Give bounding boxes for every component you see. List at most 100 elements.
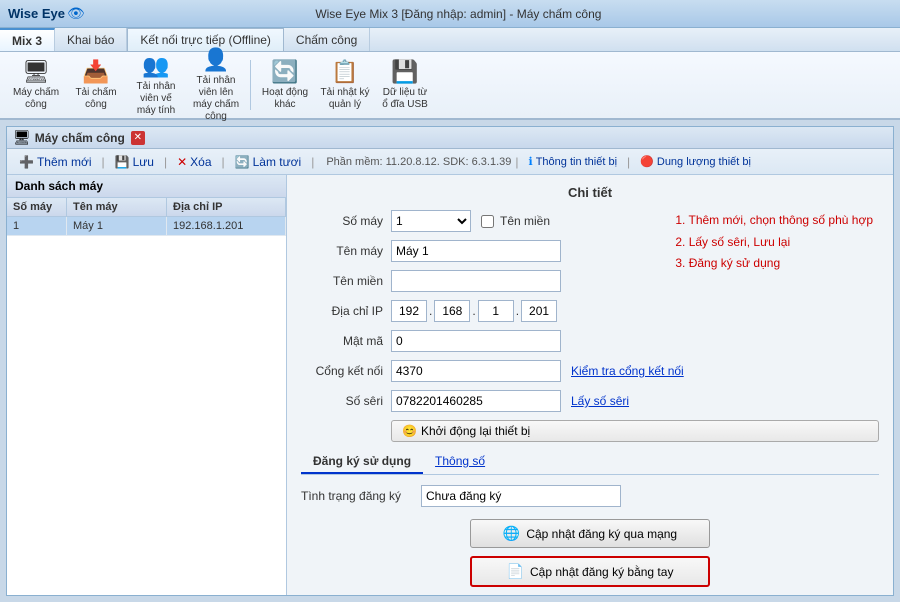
instruction-1: 1. Thêm mới, chọn thông số phù hợp bbox=[675, 210, 873, 232]
cong-ket-noi-input[interactable] bbox=[391, 360, 561, 382]
du-lieu-usb-icon: 💾 bbox=[391, 59, 418, 85]
status-label: Tình trạng đăng ký bbox=[301, 489, 421, 503]
dung-luong-icon: 🔴 bbox=[640, 155, 654, 168]
tai-cham-cong-icon: 📥 bbox=[82, 59, 109, 85]
ip-dot-2: . bbox=[472, 304, 475, 318]
panel-title: Danh sách máy bbox=[7, 175, 286, 198]
sep5: | bbox=[515, 155, 518, 169]
mat-ma-row: Mật mã bbox=[301, 330, 879, 352]
bang-tay-icon: 📄 bbox=[507, 563, 524, 580]
logo-text: Wise Eye 👁 bbox=[8, 5, 85, 22]
btn-may-cham-cong[interactable]: 🖥 Máy chấm công bbox=[8, 56, 64, 114]
lam-tuoi-button[interactable]: 🔄 Làm tươi bbox=[229, 153, 308, 171]
luu-button[interactable]: 💾 Lưu bbox=[109, 153, 160, 171]
registration-status-row: Tình trạng đăng ký bbox=[301, 485, 879, 507]
ten-may-input[interactable] bbox=[391, 240, 561, 262]
tab-dang-ky[interactable]: Đăng ký sử dụng bbox=[301, 450, 423, 474]
kiem-tra-ket-noi-link[interactable]: Kiểm tra cổng kết nối bbox=[571, 364, 684, 378]
so-seri-input[interactable] bbox=[391, 390, 561, 412]
instruction-3: 3. Đăng ký sử dụng bbox=[675, 253, 873, 275]
cap-nhat-qua-mang-button[interactable]: 🌐 Cập nhật đăng ký qua mạng bbox=[470, 519, 710, 548]
cong-ket-noi-label: Cổng kết nối bbox=[301, 364, 391, 378]
registration-buttons: 🌐 Cập nhật đăng ký qua mạng 📄 Cập nhật đ… bbox=[301, 519, 879, 595]
dia-chi-ip-row: Địa chỉ IP . . . bbox=[301, 300, 879, 322]
ten-may-label: Tên máy bbox=[301, 244, 391, 258]
menu-khai-bao[interactable]: Khai báo bbox=[55, 28, 127, 51]
right-panel: Chi tiết 1. Thêm mới, chọn thông số phù … bbox=[287, 175, 893, 595]
menu-bar: Mix 3 Khai báo Kết nối trực tiếp (Offlin… bbox=[0, 28, 900, 52]
them-moi-icon: ➕ bbox=[19, 155, 34, 169]
dia-chi-ip-label: Địa chỉ IP bbox=[301, 304, 391, 318]
so-seri-row: Số sêri Lấy số sêri bbox=[301, 390, 879, 412]
xoa-button[interactable]: ✕ Xóa bbox=[171, 153, 217, 171]
table-header: Số máy Tên máy Địa chỉ IP bbox=[7, 198, 286, 217]
btn-tai-nhan-vien[interactable]: 👥 Tải nhân viên vế máy tính bbox=[128, 56, 184, 114]
content-area: Danh sách máy Số máy Tên máy Địa chỉ IP … bbox=[7, 175, 893, 595]
tai-nv-len-may-icon: 👤 bbox=[202, 47, 229, 73]
toolbar-sep-1 bbox=[250, 60, 251, 110]
ip-part-2[interactable] bbox=[434, 300, 470, 322]
luu-icon: 💾 bbox=[115, 155, 130, 169]
cap-nhat-bang-tay-button[interactable]: 📄 Cập nhật đăng ký bằng tay bbox=[470, 556, 710, 587]
so-may-label: Số máy bbox=[301, 214, 391, 228]
inner-title-bar: 🖥 Máy chấm công ✕ bbox=[7, 127, 893, 149]
cell-ip: 192.168.1.201 bbox=[167, 217, 286, 235]
btn-tai-nv-len-may[interactable]: 👤 Tải nhân viên lên máy chấm công bbox=[188, 56, 244, 114]
instructions: 1. Thêm mới, chọn thông số phù hợp 2. Lấ… bbox=[675, 210, 873, 275]
action-bar: ➕ Thêm mới | 💾 Lưu | ✕ Xóa | 🔄 Làm tươi … bbox=[7, 149, 893, 175]
hoat-dong-icon: 🔄 bbox=[271, 59, 298, 85]
main-toolbar: 🖥 Máy chấm công 📥 Tải chấm công 👥 Tải nh… bbox=[0, 52, 900, 120]
so-may-select[interactable]: 1 bbox=[391, 210, 471, 232]
tab-thong-so[interactable]: Thông số bbox=[423, 450, 497, 474]
ip-part-4[interactable] bbox=[521, 300, 557, 322]
table-body: 1 Máy 1 192.168.1.201 bbox=[7, 217, 286, 595]
dung-luong-button[interactable]: 🔴 Dung lượng thiết bị bbox=[634, 153, 757, 170]
tai-nhat-ky-icon: 📋 bbox=[331, 59, 358, 85]
sep3: | bbox=[222, 155, 225, 169]
btn-hoat-dong[interactable]: 🔄 Hoạt động khác bbox=[257, 56, 313, 114]
btn-tai-nhat-ky[interactable]: 📋 Tải nhật ký quản lý bbox=[317, 56, 373, 114]
qua-mang-icon: 🌐 bbox=[503, 525, 520, 542]
so-seri-label: Số sêri bbox=[301, 394, 391, 408]
ip-inputs: . . . bbox=[391, 300, 557, 322]
inner-window-icon: 🖥 bbox=[13, 129, 31, 146]
sep4: | bbox=[311, 155, 314, 169]
window-title: Wise Eye Mix 3 [Đăng nhập: admin] - Máy … bbox=[315, 7, 601, 21]
col-ten-may: Tên máy bbox=[67, 198, 167, 216]
main-content: 🖥 Máy chấm công ✕ ➕ Thêm mới | 💾 Lưu | ✕… bbox=[0, 120, 900, 602]
mat-ma-input[interactable] bbox=[391, 330, 561, 352]
mat-ma-label: Mật mã bbox=[301, 334, 391, 348]
ten-mien-label: Tên miền bbox=[301, 274, 391, 288]
logo-area: Wise Eye 👁 bbox=[8, 5, 85, 22]
ip-part-3[interactable] bbox=[478, 300, 514, 322]
btn-du-lieu-usb[interactable]: 💾 Dữ liệu từ ổ đĩa USB bbox=[377, 56, 433, 114]
cong-ket-noi-row: Cổng kết nối Kiểm tra cổng kết nối bbox=[301, 360, 879, 382]
ip-dot-3: . bbox=[516, 304, 519, 318]
btn-tai-cham-cong[interactable]: 📥 Tải chấm công bbox=[68, 56, 124, 114]
table-row[interactable]: 1 Máy 1 192.168.1.201 bbox=[7, 217, 286, 236]
menu-mix3[interactable]: Mix 3 bbox=[0, 28, 55, 51]
restart-icon: 😊 bbox=[402, 424, 417, 438]
lam-tuoi-icon: 🔄 bbox=[235, 155, 250, 169]
xoa-icon: ✕ bbox=[177, 155, 187, 169]
sep2: | bbox=[164, 155, 167, 169]
tai-nhan-vien-icon: 👥 bbox=[142, 53, 169, 79]
ten-mien-checkbox[interactable] bbox=[481, 215, 494, 228]
lay-so-seri-link[interactable]: Lấy số sêri bbox=[571, 394, 629, 408]
them-moi-button[interactable]: ➕ Thêm mới bbox=[13, 153, 98, 171]
title-bar: Wise Eye 👁 Wise Eye Mix 3 [Đăng nhập: ad… bbox=[0, 0, 900, 28]
software-info: Phần mềm: 11.20.8.12. SDK: 6.3.1.39 bbox=[326, 156, 511, 168]
info-icon: ℹ bbox=[529, 155, 533, 168]
inner-window: 🖥 Máy chấm công ✕ ➕ Thêm mới | 💾 Lưu | ✕… bbox=[6, 126, 894, 596]
left-panel: Danh sách máy Số máy Tên máy Địa chỉ IP … bbox=[7, 175, 287, 595]
thong-tin-thiet-bi-button[interactable]: ℹ Thông tin thiết bị bbox=[523, 153, 624, 170]
menu-cham-cong[interactable]: Chấm công bbox=[284, 28, 370, 51]
instruction-2: 2. Lấy số sêri, Lưu lại bbox=[675, 232, 873, 254]
restart-button[interactable]: 😊 Khởi động lại thiết bị bbox=[391, 420, 879, 442]
sep1: | bbox=[102, 155, 105, 169]
inner-close-button[interactable]: ✕ bbox=[131, 131, 145, 145]
status-value-input bbox=[421, 485, 621, 507]
col-ip: Địa chỉ IP bbox=[167, 198, 286, 216]
ip-part-1[interactable] bbox=[391, 300, 427, 322]
ten-mien-input[interactable] bbox=[391, 270, 561, 292]
